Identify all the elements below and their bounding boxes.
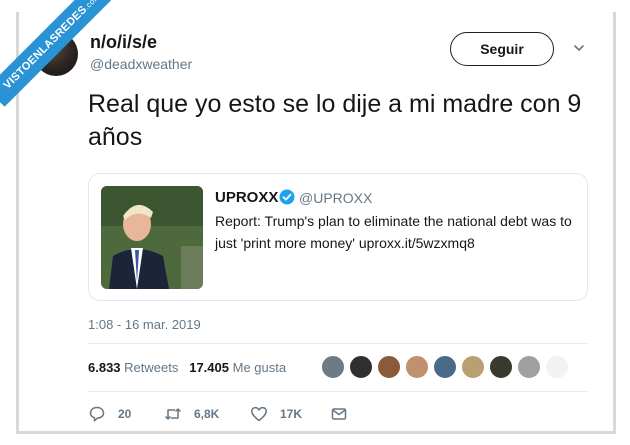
envelope-icon — [331, 408, 347, 420]
retweet-count: 6,8K — [194, 407, 220, 421]
reply-button[interactable]: 20 — [88, 405, 131, 423]
liker-avatars — [321, 355, 573, 379]
tweet-text: Real que yo esto se lo dije a mi madre c… — [88, 90, 582, 151]
author-display-name[interactable]: n/o/i/s/e — [90, 32, 157, 53]
liker-avatar[interactable] — [545, 355, 569, 379]
liker-avatar[interactable] — [489, 355, 513, 379]
retweets-count[interactable]: 6.833 — [88, 360, 121, 375]
like-button[interactable]: 17K — [250, 405, 302, 423]
liker-avatar[interactable] — [377, 355, 401, 379]
liker-avatar[interactable] — [405, 355, 429, 379]
quoted-tweet-photo — [101, 186, 203, 289]
liker-avatar[interactable] — [461, 355, 485, 379]
likes-count[interactable]: 17.405 — [189, 360, 229, 375]
divider — [88, 343, 588, 344]
engagement-stats: 6.833 Retweets 17.405 Me gusta — [88, 360, 286, 375]
liker-avatar[interactable] — [517, 355, 541, 379]
divider — [88, 391, 588, 392]
reply-icon — [89, 406, 105, 422]
likes-label[interactable]: Me gusta — [233, 360, 286, 375]
tweet-timestamp[interactable]: 1:08 - 16 mar. 2019 — [88, 317, 201, 332]
author-handle[interactable]: @deadxweather — [90, 56, 192, 72]
like-count: 17K — [280, 407, 303, 421]
quoted-tweet[interactable]: UPROXX @UPROXX Report: Trump's plan to e… — [88, 173, 588, 301]
liker-avatar[interactable] — [433, 355, 457, 379]
reply-count: 20 — [118, 407, 132, 421]
verified-icon — [279, 189, 295, 205]
quoted-tweet-name: UPROXX — [215, 189, 279, 206]
chevron-down-icon[interactable] — [573, 42, 585, 54]
direct-message-button[interactable] — [330, 405, 348, 423]
heart-icon — [251, 406, 267, 422]
retweet-icon — [164, 408, 182, 420]
liker-avatar[interactable] — [321, 355, 345, 379]
news-photo-icon — [101, 186, 203, 289]
quoted-tweet-text: Report: Trump's plan to eliminate the na… — [215, 213, 572, 251]
follow-button[interactable]: Seguir — [450, 32, 554, 66]
liker-avatar[interactable] — [349, 355, 373, 379]
quoted-tweet-handle: @UPROXX — [299, 190, 373, 206]
retweets-label[interactable]: Retweets — [124, 360, 178, 375]
retweet-button[interactable]: 6,8K — [164, 405, 219, 423]
